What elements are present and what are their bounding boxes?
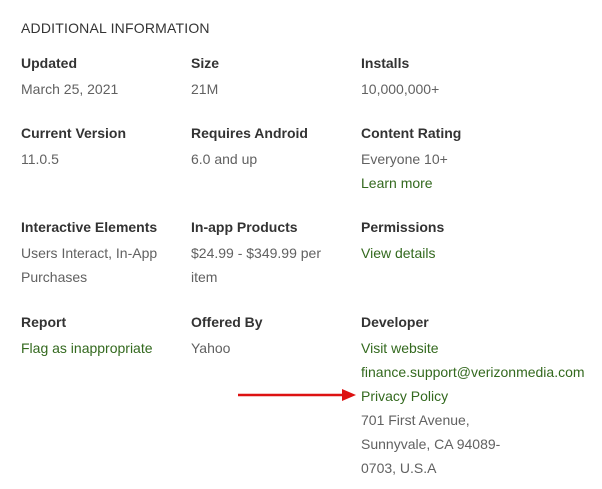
- current-version-label: Current Version: [21, 125, 127, 141]
- flag-inappropriate-link[interactable]: Flag as inappropriate: [21, 336, 171, 360]
- updated-value: March 25, 2021: [21, 81, 119, 97]
- content-rating-label: Content Rating: [361, 125, 462, 141]
- offered-by-label: Offered By: [191, 314, 263, 330]
- report-label: Report: [21, 314, 67, 330]
- interactive-elements-label: Interactive Elements: [21, 219, 158, 235]
- visit-website-link[interactable]: Visit website: [361, 336, 596, 360]
- info-developer: Developer Visit website finance.support@…: [361, 310, 596, 480]
- content-rating-value: Everyone 10+: [361, 151, 448, 167]
- current-version-value: 11.0.5: [21, 151, 59, 167]
- info-in-app-products: In-app Products $24.99 - $349.99 per ite…: [191, 215, 341, 289]
- info-offered-by: Offered By Yahoo: [191, 310, 341, 360]
- info-updated: Updated March 25, 2021: [21, 51, 171, 101]
- installs-label: Installs: [361, 55, 410, 71]
- offered-by-value: Yahoo: [191, 340, 231, 356]
- size-label: Size: [191, 55, 220, 71]
- info-current-version: Current Version 11.0.5: [21, 121, 171, 171]
- requires-android-value: 6.0 and up: [191, 151, 258, 167]
- info-installs: Installs 10,000,000+: [361, 51, 596, 101]
- updated-label: Updated: [21, 55, 77, 71]
- developer-address: 701 First Avenue, Sunnyvale, CA 94089-07…: [361, 412, 501, 476]
- permissions-label: Permissions: [361, 219, 445, 235]
- info-interactive-elements: Interactive Elements Users Interact, In-…: [21, 215, 171, 289]
- info-size: Size 21M: [191, 51, 341, 101]
- learn-more-link[interactable]: Learn more: [361, 171, 596, 195]
- in-app-products-label: In-app Products: [191, 219, 298, 235]
- installs-value: 10,000,000+: [361, 81, 440, 97]
- requires-android-label: Requires Android: [191, 125, 308, 141]
- size-value: 21M: [191, 81, 219, 97]
- privacy-policy-link[interactable]: Privacy Policy: [361, 384, 596, 408]
- developer-email-link[interactable]: finance.support@verizonmedia.com: [361, 360, 596, 384]
- info-report: Report Flag as inappropriate: [21, 310, 171, 360]
- info-requires-android: Requires Android 6.0 and up: [191, 121, 341, 171]
- info-permissions: Permissions View details: [361, 215, 596, 265]
- section-title: ADDITIONAL INFORMATION: [21, 20, 210, 36]
- info-content-rating: Content Rating Everyone 10+ Learn more: [361, 121, 596, 195]
- in-app-products-value: $24.99 - $349.99 per item: [191, 245, 321, 285]
- view-details-link[interactable]: View details: [361, 241, 596, 265]
- interactive-elements-value: Users Interact, In-App Purchases: [21, 245, 158, 285]
- developer-label: Developer: [361, 314, 429, 330]
- red-arrow-icon: [238, 389, 356, 401]
